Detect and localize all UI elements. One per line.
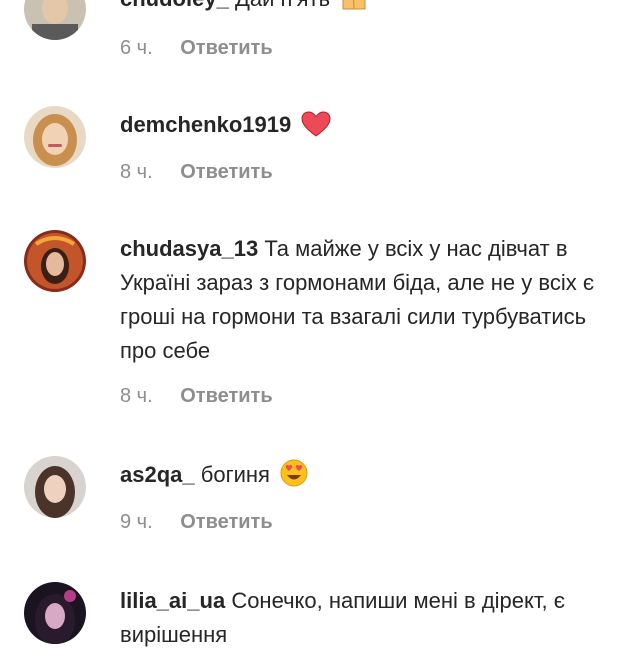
- avatar[interactable]: [24, 230, 86, 292]
- comment-username[interactable]: demchenko1919: [120, 112, 291, 137]
- avatar-image: [24, 456, 86, 518]
- red-heart-icon: [301, 111, 331, 147]
- avatar[interactable]: [24, 582, 86, 644]
- comment-body: as2qa_ богиня: [120, 458, 600, 497]
- comment-username[interactable]: chudasya_13: [120, 236, 258, 261]
- comment-username[interactable]: chudoley_: [120, 0, 229, 11]
- avatar[interactable]: [24, 106, 86, 168]
- comment-meta: 8 ч. Ответить: [120, 384, 273, 408]
- avatar-image: [24, 230, 86, 292]
- comment-meta: 9 ч. Ответить: [120, 510, 273, 534]
- avatar-image: [24, 0, 86, 40]
- comment-time: 8 ч.: [120, 385, 153, 407]
- comment-text: богиня: [200, 462, 270, 487]
- heart-eyes-icon: [280, 459, 308, 497]
- comment-body: chudasya_13 Та майже у всіх у нас дівчат…: [120, 232, 600, 368]
- comment-body: lilia_ai_ua Сонечко, напиши мені в дірек…: [120, 584, 600, 652]
- comment-username[interactable]: lilia_ai_ua: [120, 588, 225, 613]
- comment-text: Дай п'ять: [235, 0, 330, 11]
- reply-button[interactable]: Ответить: [180, 385, 272, 407]
- comment-body: demchenko1919: [120, 108, 600, 147]
- reply-button[interactable]: Ответить: [180, 161, 272, 183]
- comment-time: 6 ч.: [120, 37, 153, 59]
- comment-time: 8 ч.: [120, 161, 153, 183]
- comment-body: chudoley_ Дай п'ять: [120, 0, 600, 21]
- comment-meta: 6 ч. Ответить: [120, 36, 273, 60]
- avatar[interactable]: [24, 456, 86, 518]
- avatar-image: [24, 106, 86, 168]
- reply-button[interactable]: Ответить: [180, 511, 272, 533]
- comment-meta: 8 ч. Ответить: [120, 160, 273, 184]
- comment-time: 9 ч.: [120, 511, 153, 533]
- avatar[interactable]: [24, 0, 86, 40]
- raising-hands-icon: [340, 0, 368, 21]
- comment-username[interactable]: as2qa_: [120, 462, 195, 487]
- avatar-image: [24, 582, 86, 644]
- reply-button[interactable]: Ответить: [180, 37, 272, 59]
